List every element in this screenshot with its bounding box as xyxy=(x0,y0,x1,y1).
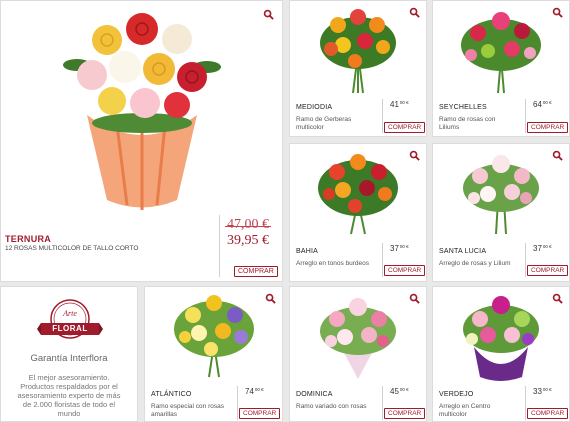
product-description: Arreglo en tonos burdeos xyxy=(296,260,369,267)
featured-new-price: 39,95 € xyxy=(227,233,269,248)
price-value: 45 xyxy=(390,387,399,396)
price-divider xyxy=(382,386,383,420)
buy-button[interactable]: COMPRAR xyxy=(384,122,426,133)
strikethrough xyxy=(225,226,271,227)
buy-button[interactable]: COMPRAR xyxy=(384,408,426,419)
product-description: Ramo de Gerberas multicolor xyxy=(296,116,352,131)
product-card-verdejo[interactable]: VERDEJO Arreglo en Centro multicolor 330… xyxy=(432,286,570,422)
guarantee-title: Garantía Interflora xyxy=(30,353,108,364)
product-image[interactable] xyxy=(290,144,426,240)
product-card-dominica[interactable]: DOMINICA Ramo variado con rosas 4500 € C… xyxy=(289,286,427,422)
product-name[interactable]: BAHIA xyxy=(296,248,318,255)
product-name[interactable]: DOMINICA xyxy=(296,391,333,398)
buy-button[interactable]: COMPRAR xyxy=(384,265,426,276)
guarantee-card: Arte FLORAL Garantía Interflora El mejor… xyxy=(0,286,138,422)
product-description: Arreglo en Centro multicolor xyxy=(439,403,491,418)
product-image[interactable] xyxy=(290,287,426,383)
product-price: 3700 € xyxy=(533,244,552,253)
price-value: 33 xyxy=(533,387,542,396)
featured-product-name[interactable]: TERNURA xyxy=(5,234,51,244)
featured-product-description: 12 ROSAS MULTICOLOR DE TALLO CORTO xyxy=(5,245,139,252)
price-cents: 00 € xyxy=(399,244,409,249)
product-price: 4500 € xyxy=(390,387,409,396)
product-name[interactable]: ATLÁNTICO xyxy=(151,391,192,398)
product-name[interactable]: VERDEJO xyxy=(439,391,473,398)
product-card-seychelles[interactable]: SEYCHELLES Ramo de rosas con Liliums 640… xyxy=(432,0,570,137)
price-value: 41 xyxy=(390,100,399,109)
featured-old-price: 47,00 € xyxy=(225,217,271,233)
product-description: Ramo de rosas con Liliums xyxy=(439,116,496,131)
product-price: 3700 € xyxy=(390,244,409,253)
price-divider xyxy=(219,215,220,277)
price-value: 37 xyxy=(390,244,399,253)
price-cents: 00 € xyxy=(542,100,552,105)
buy-button[interactable]: COMPRAR xyxy=(239,408,281,419)
product-name[interactable]: MEDIODIA xyxy=(296,104,332,111)
product-image[interactable] xyxy=(433,1,569,97)
product-card-bahia[interactable]: BAHIA Arreglo en tonos burdeos 3700 € CO… xyxy=(289,143,427,282)
logo-big-text: FLORAL xyxy=(52,324,88,333)
price-divider xyxy=(525,99,526,133)
old-price-value: 47,00 € xyxy=(227,217,269,232)
logo-small-text: Arte xyxy=(63,309,77,318)
price-cents: 00 € xyxy=(542,244,552,249)
product-image[interactable] xyxy=(290,1,426,97)
arte-floral-logo: Arte FLORAL xyxy=(37,297,103,345)
product-card-atlantico[interactable]: ATLÁNTICO Ramo especial con rosas amaril… xyxy=(144,286,283,422)
price-divider xyxy=(237,386,238,420)
product-image[interactable] xyxy=(145,287,282,383)
price-cents: 00 € xyxy=(399,387,409,392)
price-value: 64 xyxy=(533,100,542,109)
product-card-mediodia[interactable]: MEDIODIA Ramo de Gerberas multicolor 410… xyxy=(289,0,427,137)
buy-button[interactable]: COMPRAR xyxy=(527,408,569,419)
price-divider xyxy=(525,386,526,420)
buy-button[interactable]: COMPRAR xyxy=(527,122,569,133)
featured-product-image[interactable] xyxy=(1,5,282,215)
product-image[interactable] xyxy=(433,144,569,240)
product-price: 4100 € xyxy=(390,100,409,109)
product-card-santa-lucia[interactable]: SANTA LUCIA Arreglo de rosas y Lilium 37… xyxy=(432,143,570,282)
product-description: Arreglo de rosas y Lilium xyxy=(439,260,511,267)
product-price: 6400 € xyxy=(533,100,552,109)
price-divider xyxy=(525,243,526,277)
product-price: 7400 € xyxy=(245,387,264,396)
price-divider xyxy=(382,99,383,133)
price-cents: 00 € xyxy=(399,100,409,105)
buy-button[interactable]: COMPRAR xyxy=(527,265,569,276)
price-value: 37 xyxy=(533,244,542,253)
product-name[interactable]: SEYCHELLES xyxy=(439,104,487,111)
product-name[interactable]: SANTA LUCIA xyxy=(439,248,486,255)
product-price: 3300 € xyxy=(533,387,552,396)
buy-button-featured[interactable]: COMPRAR xyxy=(234,266,278,277)
price-value: 74 xyxy=(245,387,254,396)
guarantee-text: El mejor asesoramiento. Productos respal… xyxy=(17,373,121,418)
price-cents: 00 € xyxy=(254,387,264,392)
price-cents: 00 € xyxy=(542,387,552,392)
price-divider xyxy=(382,243,383,277)
product-image[interactable] xyxy=(433,287,569,383)
logo-badge-icon xyxy=(37,299,103,339)
product-description: Ramo especial con rosas amarillas xyxy=(151,403,224,418)
featured-product-card[interactable]: TERNURA 12 ROSAS MULTICOLOR DE TALLO COR… xyxy=(0,0,283,282)
product-description: Ramo variado con rosas xyxy=(296,403,367,410)
